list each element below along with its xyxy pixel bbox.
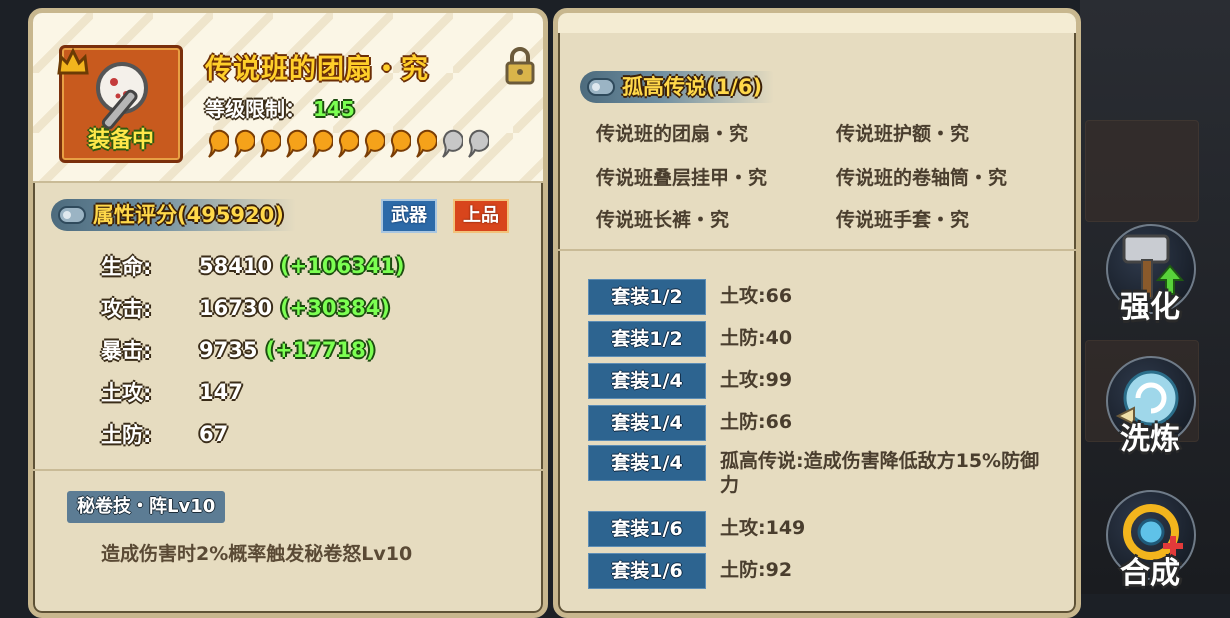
item-detail-panel: 装备中 传说班的团扇・究 等级限制： 145 属性评分(495920) 武器 上品…: [28, 8, 548, 618]
level-label: 等级限制：: [205, 97, 305, 121]
synthesize-label: 合成: [1120, 556, 1180, 591]
set-title-text: 孤高传说(1/6): [622, 75, 763, 99]
stat-label: 土攻:: [101, 381, 152, 405]
star-filled-icon: [390, 129, 411, 158]
enhance-button[interactable]: 强化: [1102, 224, 1198, 332]
stat-value: 147: [199, 380, 243, 404]
set-piece: 传说班的卷轴筒・究: [836, 167, 1008, 189]
scroll-icon: [58, 206, 86, 224]
stat-row: 攻击: 16730 (+30384): [101, 291, 390, 325]
set-piece: 传说班护额・究: [836, 123, 970, 145]
set-effect: 土防:40: [720, 327, 793, 349]
lock-icon[interactable]: [503, 47, 537, 85]
set-bonus-row: 套装1/2 土攻:66: [588, 279, 793, 315]
stat-row: 土攻: 147: [101, 375, 243, 409]
stat-label: 土防:: [101, 423, 152, 447]
item-name: 传说班的团扇・究: [205, 54, 429, 85]
set-requirement-chip: 套装1/2: [588, 321, 706, 357]
set-detail-panel: 孤高传说(1/6) 传说班的团扇・究 传说班护额・究 传说班叠层挂甲・究 传说班…: [553, 8, 1081, 618]
stat-label: 生命:: [101, 255, 152, 279]
set-title: 孤高传说(1/6): [580, 71, 775, 103]
set-piece: 传说班手套・究: [836, 209, 970, 231]
enhance-label: 强化: [1120, 290, 1180, 325]
level-value: 145: [313, 97, 355, 121]
fan-icon: [96, 62, 148, 130]
scroll-icon: [587, 78, 615, 96]
star-filled-icon: [312, 129, 333, 158]
set-effect: 土攻:99: [720, 369, 793, 391]
enhance-stars: [205, 129, 489, 159]
set-requirement-chip: 套装1/4: [588, 363, 706, 399]
divider: [558, 249, 1076, 251]
set-requirement-chip: 套装1/4: [588, 405, 706, 441]
stat-bonus: (+106341): [280, 254, 405, 278]
stat-value: 9735: [199, 338, 258, 362]
set-effect: 土防:66: [720, 411, 793, 433]
item-header: 装备中 传说班的团扇・究 等级限制： 145: [33, 13, 543, 181]
divider: [33, 469, 543, 471]
stat-bonus: (+30384): [280, 296, 390, 320]
stat-value: 16730: [199, 296, 273, 320]
set-requirement-chip: 套装1/6: [588, 511, 706, 547]
set-piece: 传说班的团扇・究: [596, 123, 749, 145]
bg-slot: [1085, 120, 1199, 222]
star-empty-icon: [442, 129, 463, 158]
stat-row: 土防: 67: [101, 417, 228, 451]
panel-header-strip: [558, 13, 1076, 33]
set-piece: 传说班叠层挂甲・究: [596, 167, 768, 189]
set-requirement-chip: 套装1/6: [588, 553, 706, 589]
star-filled-icon: [286, 129, 307, 158]
set-bonus-row: 套装1/4 孤高传说:造成伤害降低敌方15%防御力: [588, 445, 1050, 496]
star-filled-icon: [364, 129, 385, 158]
skill-name: 秘卷技・阵Lv10: [67, 491, 226, 523]
equipped-label: 装备中: [87, 128, 154, 153]
stat-bonus: (+17718): [265, 338, 376, 362]
set-bonus-row: 套装1/6 土攻:149: [588, 511, 806, 547]
star-filled-icon: [260, 129, 281, 158]
set-requirement-chip: 套装1/4: [588, 445, 706, 481]
rank-crown-icon: [57, 47, 89, 75]
set-bonus-row: 套装1/4 土攻:99: [588, 363, 793, 399]
set-bonus-row: 套装1/4 土防:66: [588, 405, 793, 441]
divider: [33, 181, 543, 183]
set-piece: 传说班长裤・究: [596, 209, 730, 231]
set-effect: 土攻:149: [720, 517, 806, 539]
stat-label: 攻击:: [101, 297, 152, 321]
set-bonus-row: 套装1/2 土防:40: [588, 321, 793, 357]
level-requirement: 等级限制： 145: [205, 93, 355, 122]
attribute-score-text: 属性评分(495920): [93, 203, 284, 227]
star-filled-icon: [234, 129, 255, 158]
set-requirement-chip: 套装1/2: [588, 279, 706, 315]
stat-row: 生命: 58410 (+106341): [101, 249, 405, 283]
stat-value: 67: [199, 422, 229, 446]
set-effect: 土攻:66: [720, 285, 793, 307]
set-effect: 孤高传说:造成伤害降低敌方15%防御力: [720, 450, 1040, 496]
star-filled-icon: [338, 129, 359, 158]
set-bonus-row: 套装1/6 土防:92: [588, 553, 793, 589]
item-grade-badge: 上品: [453, 199, 509, 233]
set-effect: 土防:92: [720, 559, 793, 581]
synthesize-button[interactable]: 合成: [1102, 490, 1198, 598]
stat-row: 暴击: 9735 (+17718): [101, 333, 375, 367]
attribute-score-title: 属性评分(495920): [51, 199, 296, 231]
item-type-badge: 武器: [381, 199, 437, 233]
refine-button[interactable]: 洗炼: [1102, 356, 1198, 464]
stat-label: 暴击:: [101, 339, 152, 363]
skill-description: 造成伤害时2%概率触发秘卷怒Lv10: [101, 543, 413, 565]
stat-value: 58410: [199, 254, 273, 278]
star-filled-icon: [416, 129, 437, 158]
refine-label: 洗炼: [1120, 422, 1180, 457]
star-empty-icon: [468, 129, 489, 158]
star-filled-icon: [208, 129, 229, 158]
